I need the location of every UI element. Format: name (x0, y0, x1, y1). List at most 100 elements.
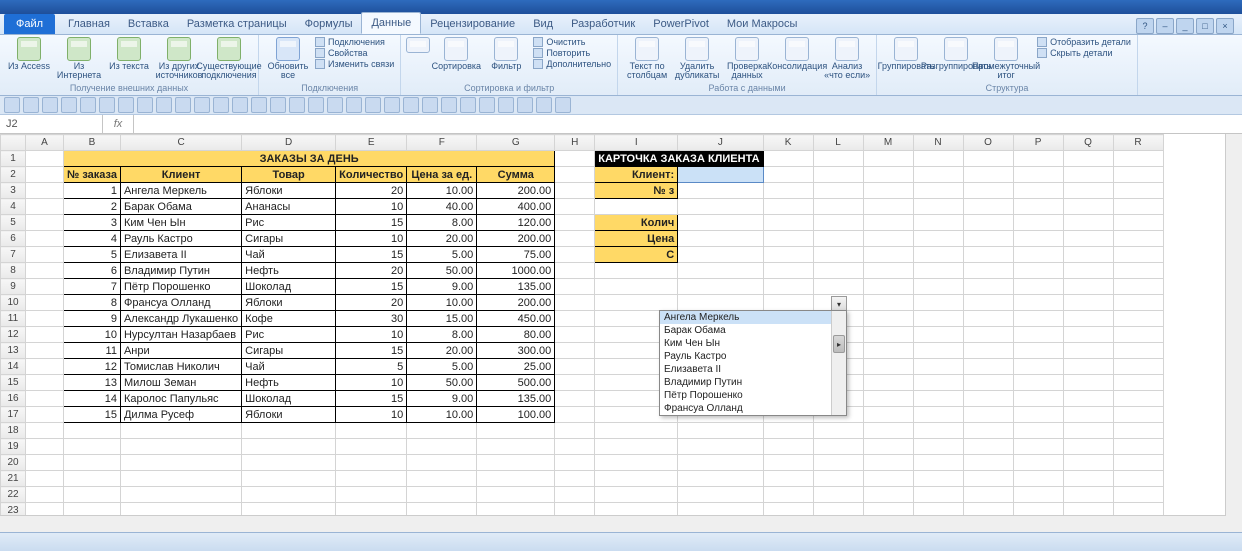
cell[interactable]: 20 (336, 183, 407, 199)
cell[interactable] (1063, 151, 1113, 167)
ribbon-button[interactable]: Промежуточный итог (983, 37, 1029, 80)
cell[interactable] (1113, 487, 1163, 503)
cell[interactable] (863, 263, 913, 279)
cell[interactable] (26, 391, 64, 407)
cell[interactable]: 20.00 (407, 231, 477, 247)
filter-button[interactable]: Фильтр (483, 37, 529, 71)
cell[interactable]: Каролос Папульяс (120, 391, 241, 407)
cell[interactable] (863, 359, 913, 375)
row-header[interactable]: 18 (1, 423, 26, 439)
column-header[interactable]: H (555, 135, 595, 151)
cell[interactable]: Цена (595, 231, 678, 247)
cell[interactable] (963, 423, 1013, 439)
cell[interactable]: 200.00 (477, 295, 555, 311)
cell[interactable]: 120.00 (477, 215, 555, 231)
cell[interactable] (1113, 391, 1163, 407)
cell[interactable] (242, 455, 336, 471)
cell[interactable] (555, 359, 595, 375)
cell[interactable]: 3 (64, 215, 121, 231)
cell[interactable] (678, 231, 763, 247)
cell[interactable] (963, 215, 1013, 231)
ribbon-tab[interactable]: Главная (59, 14, 119, 34)
cell[interactable] (763, 455, 813, 471)
cell[interactable] (963, 279, 1013, 295)
window-close-icon[interactable]: × (1216, 18, 1234, 34)
column-header[interactable]: A (26, 135, 64, 151)
cell[interactable] (26, 455, 64, 471)
qa-icon[interactable] (346, 97, 362, 113)
cell[interactable]: 1000.00 (477, 263, 555, 279)
cell[interactable]: 10.00 (407, 295, 477, 311)
cell[interactable] (336, 487, 407, 503)
cell[interactable] (763, 199, 813, 215)
cell[interactable]: Елизавета II (120, 247, 241, 263)
cell[interactable] (1013, 263, 1063, 279)
cell[interactable] (763, 279, 813, 295)
dropdown-option[interactable]: Ангела Меркель (660, 311, 846, 324)
cell[interactable] (1013, 295, 1063, 311)
column-header[interactable]: G (477, 135, 555, 151)
cell[interactable]: 10 (336, 407, 407, 423)
cell[interactable] (1013, 343, 1063, 359)
cell[interactable]: 9.00 (407, 279, 477, 295)
ribbon-button[interactable]: Из текста (106, 37, 152, 71)
cell[interactable]: № заказа (64, 167, 121, 183)
cell[interactable] (913, 231, 963, 247)
row-header[interactable]: 21 (1, 471, 26, 487)
cell[interactable] (242, 471, 336, 487)
ribbon-tab[interactable]: Разработчик (562, 14, 644, 34)
cell[interactable] (963, 455, 1013, 471)
cell[interactable]: Нурсултан Назарбаев (120, 327, 241, 343)
cell[interactable]: 15 (336, 343, 407, 359)
cell[interactable] (555, 343, 595, 359)
cell[interactable] (963, 295, 1013, 311)
cell[interactable] (1063, 231, 1113, 247)
row-header[interactable]: 15 (1, 375, 26, 391)
cell[interactable] (26, 199, 64, 215)
column-header[interactable]: R (1113, 135, 1163, 151)
qa-icon[interactable] (23, 97, 39, 113)
ribbon-tab[interactable]: Вид (524, 14, 562, 34)
cell[interactable]: Рис (242, 327, 336, 343)
column-header[interactable]: Q (1063, 135, 1113, 151)
cell[interactable] (1113, 295, 1163, 311)
cell[interactable]: 8.00 (407, 327, 477, 343)
cell[interactable] (913, 423, 963, 439)
cell[interactable] (407, 487, 477, 503)
cell[interactable] (26, 215, 64, 231)
cell[interactable] (913, 375, 963, 391)
row-header[interactable]: 3 (1, 183, 26, 199)
cell[interactable] (863, 471, 913, 487)
cell[interactable] (763, 487, 813, 503)
cell[interactable] (763, 295, 813, 311)
cell[interactable] (64, 471, 121, 487)
hide-detail-button[interactable]: Скрыть детали (1037, 48, 1131, 58)
cell[interactable] (678, 247, 763, 263)
cell[interactable]: 8 (64, 295, 121, 311)
row-header[interactable]: 11 (1, 311, 26, 327)
cell[interactable] (1013, 199, 1063, 215)
cell[interactable] (813, 279, 863, 295)
cell[interactable] (913, 439, 963, 455)
cell[interactable] (1113, 183, 1163, 199)
qa-icon[interactable] (137, 97, 153, 113)
cell[interactable] (963, 231, 1013, 247)
cell[interactable]: Клиент (120, 167, 241, 183)
cell[interactable] (813, 199, 863, 215)
row-header[interactable]: 8 (1, 263, 26, 279)
cell[interactable] (1063, 311, 1113, 327)
cell[interactable]: 1 (64, 183, 121, 199)
qa-icon[interactable] (4, 97, 20, 113)
cell[interactable] (678, 455, 763, 471)
cell[interactable]: Владимир Путин (120, 263, 241, 279)
ribbon-tab[interactable]: Данные (361, 12, 421, 34)
cell[interactable]: 2 (64, 199, 121, 215)
cell[interactable] (963, 359, 1013, 375)
cell[interactable] (555, 183, 595, 199)
cell[interactable] (1063, 343, 1113, 359)
cell[interactable] (1013, 279, 1063, 295)
qa-icon[interactable] (422, 97, 438, 113)
row-header[interactable]: 10 (1, 295, 26, 311)
cell[interactable]: 15 (336, 279, 407, 295)
ribbon-tab[interactable]: Мои Макросы (718, 14, 806, 34)
